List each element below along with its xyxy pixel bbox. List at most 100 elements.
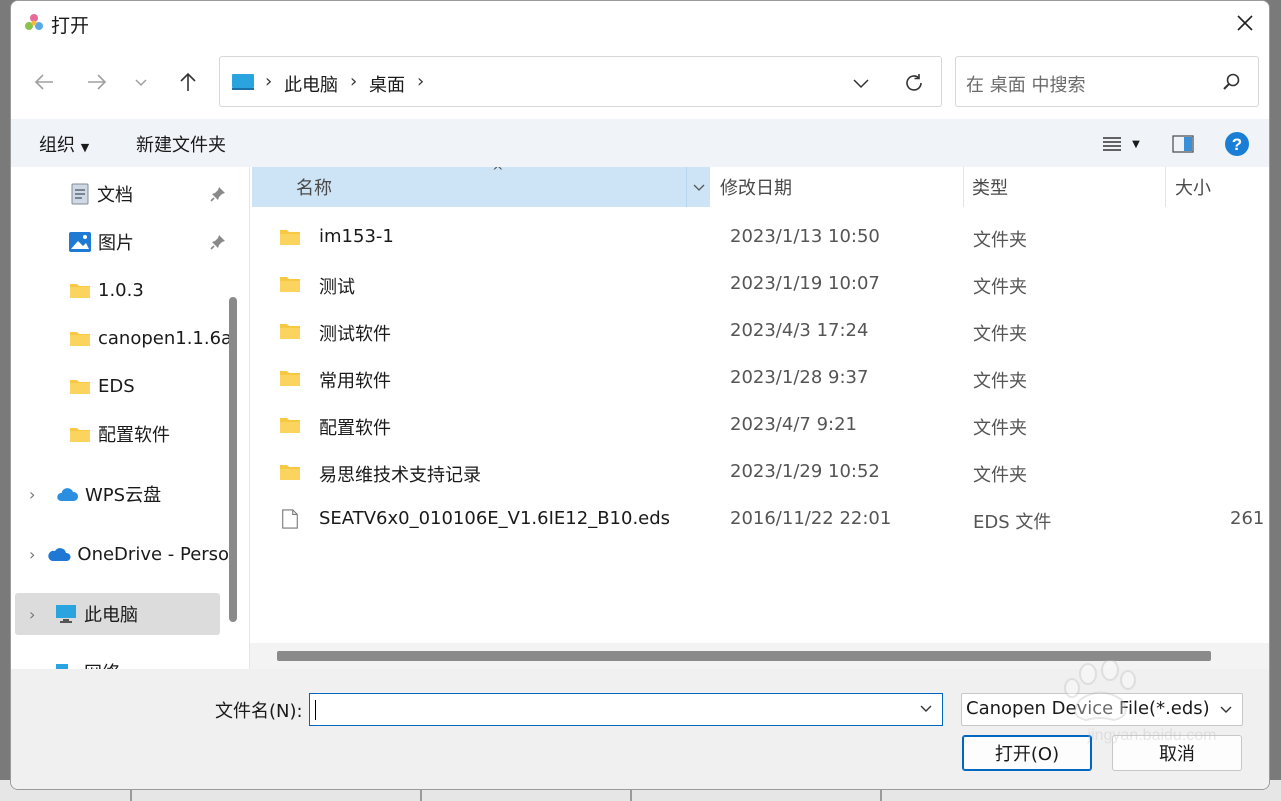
file-row[interactable]: 常用软件 2023/1/28 9:37 文件夹 [250,355,1269,402]
file-row[interactable]: 测试 2023/1/19 10:07 文件夹 [250,261,1269,308]
pin-icon[interactable] [209,185,227,203]
new-folder-button[interactable]: 新建文件夹 [136,131,226,157]
sidebar-item-folder-config-software[interactable]: 配置软件 [11,413,229,455]
dialog-title: 打开 [51,15,90,37]
arrow-right-icon [88,74,107,90]
column-separator[interactable] [963,167,964,207]
sidebar-item-label: 网络 [84,659,120,669]
sidebar-item-label: 1.0.3 [98,279,144,301]
sidebar-item-network[interactable]: 网络 [11,651,229,669]
file-type-select[interactable]: Canopen Device File(*.eds) [961,693,1243,726]
sidebar-item-folder-canopen[interactable]: canopen1.1.6a [11,317,229,359]
back-button[interactable] [24,63,64,101]
forward-button[interactable] [77,63,117,101]
svg-text:?: ? [1232,135,1242,154]
file-size: 261 KB [1230,508,1269,529]
preview-pane-button[interactable] [1165,127,1201,161]
navigation-bar: › 此电脑 › 桌面 › 在 桌面 中搜索 [11,51,1269,113]
organize-label: 组织 [39,135,75,156]
sidebar-item-label: WPS云盘 [85,485,162,506]
chevron-right-icon[interactable]: › [29,485,43,504]
sidebar-item-this-pc[interactable]: › 此电脑 [15,593,220,635]
folder-icon [280,371,300,386]
help-icon: ? [1225,132,1249,156]
file-list: 名称 ^ 修改日期 类型 大小 im153-1 2023/1/13 10:50 … [250,167,1269,669]
folder-icon [280,465,300,480]
file-type: 文件夹 [973,418,1027,439]
search-box[interactable]: 在 桌面 中搜索 [955,56,1259,107]
folder-icon [70,428,90,442]
sidebar-item-label: OneDrive - Personal [77,543,229,565]
search-icon[interactable] [1222,72,1242,92]
file-type: EDS 文件 [973,512,1052,533]
file-row[interactable]: im153-1 2023/1/13 10:50 文件夹 [250,214,1269,261]
chevron-right-icon[interactable]: › [29,605,43,624]
breadcrumb-separator: › [350,71,358,92]
file-modified: 2016/11/22 22:01 [730,508,892,529]
document-icon [71,183,89,205]
folder-icon [280,230,300,245]
open-button[interactable]: 打开(O) [962,735,1092,771]
folder-icon [280,418,300,433]
network-icon [56,664,68,669]
sidebar-item-folder-eds[interactable]: EDS [11,365,229,407]
file-type: 文件夹 [973,465,1027,486]
sidebar-item-label: 配置软件 [98,425,170,446]
file-type: 文件夹 [973,230,1027,251]
file-name: 测试软件 [319,324,391,345]
dialog-footer: 文件名(N): Canopen Device File(*.eds) 打开(O)… [11,669,1269,789]
refresh-icon [906,74,922,91]
sidebar-item-pictures[interactable]: 图片 [11,221,229,263]
sidebar-item-documents[interactable]: 文档 [11,173,229,215]
file-name: 易思维技术支持记录 [319,465,481,486]
cancel-button[interactable]: 取消 [1112,735,1242,771]
breadcrumb-desktop[interactable]: 桌面 [369,71,405,97]
chevron-right-icon[interactable]: › [29,545,35,564]
open-file-dialog: 打开 › 此电脑 › 桌面 › 在 桌面 中搜索 组织 ▼ 新建文件夹 ▼ ? … [10,0,1270,790]
pin-icon[interactable] [209,233,227,251]
address-dropdown-button[interactable] [843,69,879,97]
breadcrumb-separator: › [417,71,425,92]
file-list-scrollbar-thumb[interactable] [277,651,1211,661]
onedrive-icon [48,548,71,561]
sidebar-item-wps-cloud[interactable]: › WPS云盘 [11,473,229,515]
help-button[interactable]: ? [1219,127,1255,161]
chevron-down-icon[interactable] [918,701,934,717]
file-row[interactable]: 易思维技术支持记录 2023/1/29 10:52 文件夹 [250,449,1269,496]
organize-menu[interactable]: 组织 ▼ [39,131,89,157]
filename-field[interactable] [309,693,943,726]
title-bar: 打开 [11,1,1269,45]
recent-locations-button[interactable] [123,63,159,101]
computer-icon [56,605,76,623]
column-separator[interactable] [1165,167,1166,207]
file-name: 测试 [319,277,355,298]
file-modified: 2023/4/3 17:24 [730,320,869,341]
file-name: im153-1 [319,226,394,247]
navigation-pane: 文档 图片 1.0.3 canopen1.1.6a EDS 配置软件 › WPS… [11,167,249,669]
file-row[interactable]: SEATV6x0_010106E_V1.6IE12_B10.eds 2016/1… [250,496,1269,543]
column-header-modified[interactable]: 修改日期 [720,167,950,207]
sidebar-item-onedrive[interactable]: › OneDrive - Personal [11,533,229,575]
view-options-button[interactable]: ▼ [1091,127,1151,161]
refresh-button[interactable] [896,67,932,99]
file-type: 文件夹 [973,324,1027,345]
column-filter-dropdown[interactable] [686,167,710,207]
breadcrumb-this-pc[interactable]: 此电脑 [284,71,338,97]
file-row[interactable]: 配置软件 2023/4/7 9:21 文件夹 [250,402,1269,449]
file-row[interactable]: 测试软件 2023/4/3 17:24 文件夹 [250,308,1269,355]
sidebar-item-label: EDS [98,375,135,397]
navigation-pane-scrollbar[interactable] [229,297,237,622]
close-button[interactable] [1221,1,1269,45]
column-header-size[interactable]: 大小 [1175,167,1265,207]
column-header-type[interactable]: 类型 [972,167,1152,207]
up-button[interactable] [168,63,208,101]
column-header-label: 名称 [296,178,332,199]
file-name: 配置软件 [319,418,391,439]
file-modified: 2023/4/7 9:21 [730,414,857,435]
chevron-down-icon [135,79,147,87]
folder-icon [70,332,90,346]
column-header-name[interactable]: 名称 ^ [252,167,710,207]
file-name: 常用软件 [319,371,391,392]
sidebar-item-folder-1-0-3[interactable]: 1.0.3 [11,269,229,311]
address-bar[interactable]: › 此电脑 › 桌面 › [219,56,942,107]
